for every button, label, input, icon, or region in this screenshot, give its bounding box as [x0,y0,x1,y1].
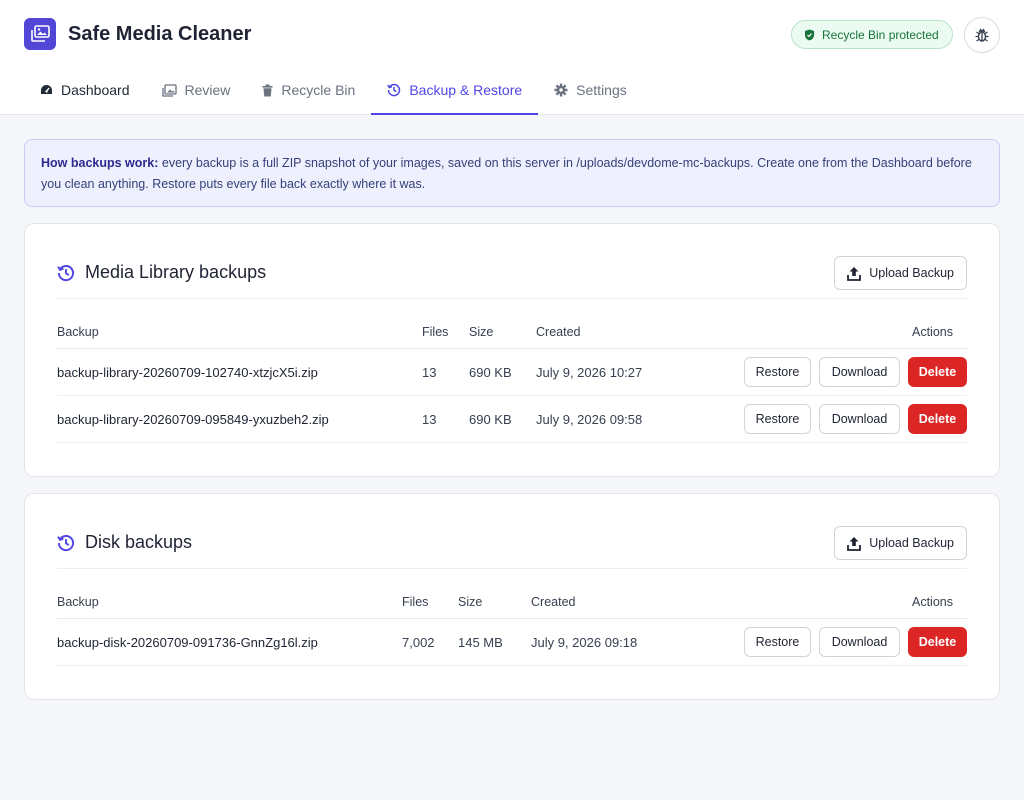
main-tabs: Dashboard Review Recycle Bin Backup & Re… [24,66,643,115]
row-actions: Restore Download Delete [736,396,967,442]
restore-button[interactable]: Restore [744,357,811,387]
column-header-actions: Actions [912,594,953,609]
top-bar: Safe Media Cleaner Recycle Bin protected… [0,0,1024,115]
card-header: Disk backups Upload Backup [57,526,967,569]
notice-heading: How backups work: [41,156,159,170]
upload-icon [847,536,862,551]
backup-file-count: 7,002 [402,634,435,650]
upload-icon [847,266,862,281]
brand: Safe Media Cleaner [24,18,251,50]
disk-backups-card: Disk backups Upload Backup Backup Files … [24,493,1000,700]
column-header-files: Files [422,324,449,339]
column-header-backup: Backup [57,324,99,339]
recycle-bin-status-badge: Recycle Bin protected [791,20,953,49]
media-library-backups-card: Media Library backups Upload Backup Back… [24,223,1000,477]
card-header: Media Library backups Upload Backup [57,256,967,299]
media-library-backups-table: Backup Files Size Created Actions backup… [57,315,967,443]
table-row: backup-library-20260709-095849-yxuzbeh2.… [57,396,967,443]
shield-icon [805,29,814,40]
table-row: backup-library-20260709-102740-xtzjcX5i.… [57,349,967,396]
backup-created: July 9, 2026 10:27 [536,364,643,380]
table-row: backup-disk-20260709-091736-GnnZg16l.zip… [57,619,967,666]
restore-button[interactable]: Restore [744,404,811,434]
history-icon [57,534,74,551]
backup-file-name: backup-library-20260709-095849-yxuzbeh2.… [57,411,329,427]
images-icon [161,83,177,97]
card-title: Disk backups [57,532,192,553]
column-header-backup: Backup [57,594,99,609]
backup-size: 145 MB [458,634,503,650]
backup-file-count: 13 [422,364,437,380]
backup-created: July 9, 2026 09:18 [531,634,638,650]
column-header-created: Created [531,594,576,609]
upload-backup-button[interactable]: Upload Backup [834,256,967,290]
card-title-text: Disk backups [85,532,193,552]
delete-button[interactable]: Delete [908,357,967,387]
history-icon [387,83,401,96]
trash-icon [262,84,273,96]
column-header-size: Size [469,324,494,339]
upload-backup-button[interactable]: Upload Backup [834,526,967,560]
download-button[interactable]: Download [819,357,900,387]
tab-settings[interactable]: Settings [538,66,643,114]
backup-file-name: backup-library-20260709-102740-xtzjcX5i.… [57,364,318,380]
bug-icon [975,28,989,42]
column-header-created: Created [536,324,581,339]
upload-backup-label: Upload Backup [869,266,954,280]
gauge-icon [41,85,52,94]
badge-label: Recycle Bin protected [822,27,939,42]
disk-backups-table: Backup Files Size Created Actions backup… [57,585,967,666]
restore-button[interactable]: Restore [744,627,811,657]
tab-review[interactable]: Review [146,66,247,114]
table-header: Backup Files Size Created Actions [57,585,967,619]
column-header-actions: Actions [912,324,953,339]
tab-label: Backup & Restore [409,81,523,98]
upload-backup-label: Upload Backup [869,536,954,550]
download-button[interactable]: Download [819,627,900,657]
tab-recycle-bin[interactable]: Recycle Bin [246,66,371,114]
card-title-text: Media Library backups [85,262,267,282]
table-header: Backup Files Size Created Actions [57,315,967,349]
tab-dashboard[interactable]: Dashboard [24,66,146,114]
backup-created: July 9, 2026 09:58 [536,411,643,427]
history-icon [57,264,74,281]
row-actions: Restore Download Delete [736,349,967,395]
tab-label: Review [184,82,231,98]
backup-file-name: backup-disk-20260709-091736-GnnZg16l.zip [57,634,318,650]
tab-backup-restore[interactable]: Backup & Restore [371,66,539,115]
debug-button[interactable] [964,17,1000,53]
delete-button[interactable]: Delete [908,627,967,657]
tab-label: Settings [576,82,627,98]
card-title: Media Library backups [57,262,266,283]
row-actions: Restore Download Delete [736,619,967,665]
tab-label: Recycle Bin [281,82,356,98]
tab-label: Dashboard [61,82,130,98]
backup-size: 690 KB [469,411,512,427]
backup-file-count: 13 [422,411,437,427]
download-button[interactable]: Download [819,404,900,434]
gear-icon [554,83,568,97]
column-header-files: Files [402,594,429,609]
app-logo-icon [24,18,56,50]
backup-size: 690 KB [469,364,512,380]
delete-button[interactable]: Delete [908,404,967,434]
column-header-size: Size [458,594,483,609]
backup-info-notice: How backups work: every backup is a full… [24,139,1000,207]
notice-text: every backup is a full ZIP snapshot of y… [41,156,972,191]
app-title: Safe Media Cleaner [68,22,252,45]
